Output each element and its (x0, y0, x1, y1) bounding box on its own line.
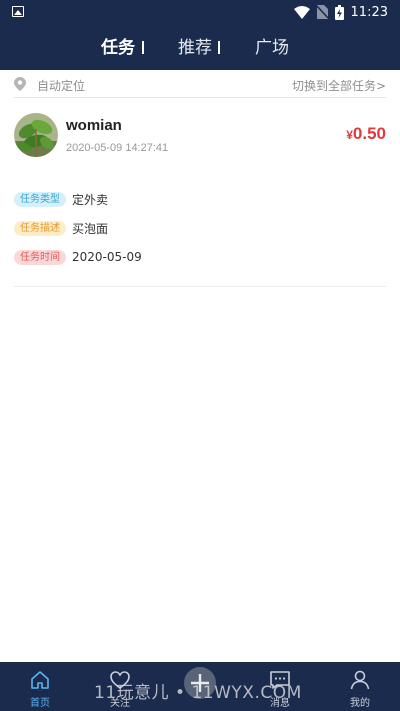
avatar[interactable] (14, 113, 58, 157)
username: womian (66, 117, 122, 134)
nav-profile-label: 我的 (350, 698, 370, 709)
task-price: ¥0.50 (346, 124, 386, 144)
battery-charging-icon (334, 4, 344, 20)
task-time-tag: 任务时间 (14, 249, 66, 265)
nav-home[interactable]: 首页 (0, 662, 80, 711)
task-time-row: 任务时间 2020-05-09 (14, 248, 142, 266)
task-desc-value: 买泡面 (72, 221, 109, 236)
wifi-icon (293, 5, 310, 19)
switch-all-tasks-link[interactable]: 切换到全部任务> (292, 77, 386, 94)
location-text[interactable]: 自动定位 (37, 77, 85, 94)
task-desc-tag: 任务描述 (14, 220, 66, 236)
tab-recommend[interactable]: 推荐 (178, 38, 212, 58)
nav-profile[interactable]: 我的 (320, 662, 400, 711)
task-type-row: 任务类型 定外卖 (14, 190, 108, 208)
price-amount: 0.50 (352, 124, 386, 143)
tab-square[interactable]: 广场 (255, 38, 289, 58)
task-card[interactable]: womian 2020-05-09 14:27:41 ¥0.50 任务类型 定外… (14, 99, 386, 287)
nav-home-label: 首页 (30, 698, 50, 709)
task-time-value: 2020-05-09 (72, 250, 142, 264)
watermark: 11玩意儿 • 11WYX.COM (94, 683, 302, 703)
no-sim-icon (316, 5, 328, 19)
task-type-tag: 任务类型 (14, 191, 66, 207)
location-pin-icon (14, 77, 26, 91)
tab-divider (142, 41, 144, 54)
status-bar: 11:23 (0, 0, 400, 24)
image-notification-icon (12, 6, 24, 17)
currency-symbol: ¥ (346, 128, 353, 142)
task-type-value: 定外卖 (72, 192, 109, 207)
home-icon (31, 671, 49, 689)
tab-divider (218, 41, 220, 54)
top-tab-bar: 任务 推荐 广场 (0, 24, 400, 70)
task-desc-row: 任务描述 买泡面 (14, 219, 108, 237)
post-timestamp: 2020-05-09 14:27:41 (66, 142, 169, 154)
user-icon (350, 670, 370, 690)
location-bar: 自动定位 切换到全部任务> (14, 72, 386, 98)
status-time: 11:23 (350, 4, 388, 20)
tab-task[interactable]: 任务 (101, 38, 135, 58)
